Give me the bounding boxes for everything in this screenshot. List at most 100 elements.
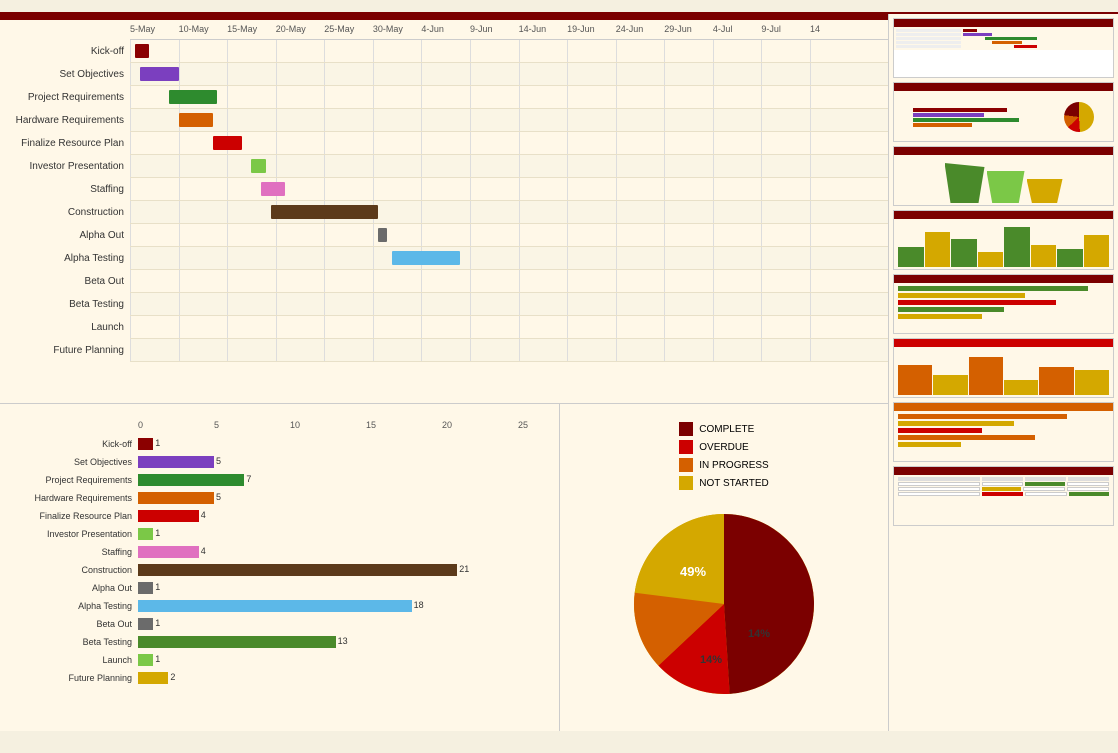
bar-axis: 0510152025 [138, 420, 551, 434]
date-label: 14 [810, 24, 820, 34]
legend-item: OVERDUE [679, 440, 768, 454]
bar-track: 4 [138, 546, 551, 558]
thumb-2[interactable] [893, 82, 1114, 142]
bar-fill [138, 492, 214, 504]
thumb-4[interactable] [893, 210, 1114, 270]
timeline-section: Kick-offSet ObjectivesProject Requiremen… [0, 14, 888, 404]
bar-label: Finalize Resource Plan [8, 511, 138, 521]
axis-tick: 5 [214, 420, 219, 430]
bar-value: 2 [170, 672, 565, 682]
gantt-row [130, 178, 888, 201]
date-label: 30-May [373, 24, 403, 34]
gantt-row [130, 339, 888, 362]
bar-value: 1 [155, 618, 565, 628]
gantt-row [130, 86, 888, 109]
timeline-task-label: Alpha Testing [0, 247, 130, 270]
bar-row: Set Objectives5 [8, 454, 551, 470]
timeline-task-label: Investor Presentation [0, 155, 130, 178]
date-label: 10-May [179, 24, 209, 34]
bar-row: Future Planning2 [8, 670, 551, 686]
bar-label: Staffing [8, 547, 138, 557]
bar-track: 21 [138, 564, 551, 576]
pie-svg [624, 504, 824, 704]
legend-label: NOT STARTED [699, 478, 768, 489]
gantt-bar [140, 67, 179, 81]
date-label: 20-May [276, 24, 306, 34]
thumb-3[interactable] [893, 146, 1114, 206]
thumb-6[interactable] [893, 338, 1114, 398]
status-section: COMPLETEOVERDUEIN PROGRESSNOT STARTED [560, 404, 888, 731]
bar-track: 4 [138, 510, 551, 522]
bar-row: Kick-off1 [8, 436, 551, 452]
right-panel [888, 14, 1118, 731]
task-status-legend: COMPLETEOVERDUEIN PROGRESSNOT STARTED [679, 422, 768, 494]
legend-color [679, 440, 693, 454]
gantt-bar [179, 113, 213, 127]
date-label: 29-Jun [664, 24, 692, 34]
gantt-bar [135, 44, 150, 58]
bar-row: Investor Presentation1 [8, 526, 551, 542]
timeline-task-label: Kick-off [0, 40, 130, 63]
bar-row: Hardware Requirements5 [8, 490, 551, 506]
gantt-row [130, 132, 888, 155]
bar-label: Alpha Out [8, 583, 138, 593]
date-label: 24-Jun [616, 24, 644, 34]
bar-track: 5 [138, 492, 551, 504]
bar-fill [138, 636, 336, 648]
bar-value: 21 [459, 564, 565, 574]
bar-fill [138, 618, 153, 630]
bar-fill [138, 564, 457, 576]
bar-label: Construction [8, 565, 138, 575]
bar-value: 7 [246, 474, 565, 484]
bar-row: Alpha Testing18 [8, 598, 551, 614]
legend-color [679, 422, 693, 436]
bar-chart: Kick-off1 Set Objectives5 Project Requirem… [8, 436, 551, 686]
date-label: 25-May [324, 24, 354, 34]
bar-track: 1 [138, 528, 551, 540]
bar-label: Hardware Requirements [8, 493, 138, 503]
bar-track: 1 [138, 654, 551, 666]
gantt-bar [213, 136, 242, 150]
pie-chart: 49% 14% 14% [624, 504, 824, 704]
timeline-task-label: Set Objectives [0, 63, 130, 86]
thumb-7[interactable] [893, 402, 1114, 462]
bar-row: Staffing4 [8, 544, 551, 560]
date-label: 9-Jul [761, 24, 781, 34]
bar-fill [138, 528, 153, 540]
bar-fill [138, 438, 153, 450]
pie-label-complete: 49% [680, 564, 706, 579]
thumb-8[interactable] [893, 466, 1114, 526]
timeline-task-label: Hardware Requirements [0, 109, 130, 132]
date-label: 4-Jun [421, 24, 444, 34]
bar-fill [138, 546, 199, 558]
bar-row: Beta Testing13 [8, 634, 551, 650]
right-panel-inner [889, 14, 1118, 731]
timeline-task-label: Future Planning [0, 339, 130, 362]
timeline-task-label: Launch [0, 316, 130, 339]
thumb-1[interactable] [893, 18, 1114, 78]
timeline-dates: 5-May10-May15-May20-May25-May30-May4-Jun… [130, 20, 888, 40]
gantt-bar [169, 90, 218, 104]
bar-fill [138, 600, 412, 612]
bar-row: Project Requirements7 [8, 472, 551, 488]
bar-fill [138, 474, 244, 486]
date-label: 5-May [130, 24, 155, 34]
pie-label-overdue: 14% [748, 628, 770, 640]
days-section: 0510152025 Kick-off1 Set Objectives5 Proje… [0, 404, 560, 731]
date-label: 9-Jun [470, 24, 493, 34]
gantt-row [130, 63, 888, 86]
bar-label: Investor Presentation [8, 529, 138, 539]
bar-fill [138, 456, 214, 468]
date-label: 14-Jun [519, 24, 547, 34]
bar-value: 13 [338, 636, 565, 646]
bar-fill [138, 582, 153, 594]
bar-row: Finalize Resource Plan4 [8, 508, 551, 524]
bar-row: Beta Out1 [8, 616, 551, 632]
axis-tick: 15 [366, 420, 376, 430]
gantt-row [130, 155, 888, 178]
bar-track: 18 [138, 600, 551, 612]
gantt-bar [392, 251, 460, 265]
bar-value: 18 [414, 600, 565, 610]
thumb-5[interactable] [893, 274, 1114, 334]
gantt-bar [261, 182, 285, 196]
